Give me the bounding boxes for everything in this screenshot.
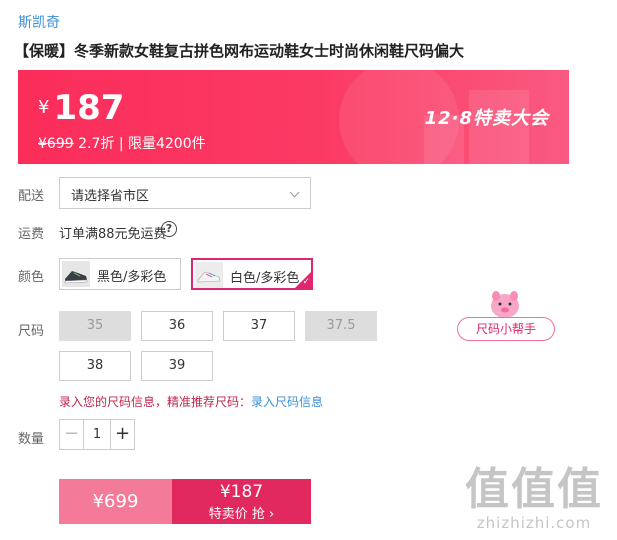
- original-price-button[interactable]: ¥699: [59, 479, 172, 524]
- event-logo: 12·8特卖大会: [424, 108, 549, 129]
- deal-price: ¥187: [219, 482, 264, 502]
- watermark-logo: 值值值: [465, 464, 603, 515]
- buy-now-button[interactable]: ¥187 特卖价 抢 ›: [172, 479, 311, 524]
- discount: 2.7折: [78, 136, 115, 152]
- buy-bar: ¥699 ¥187 特卖价 抢 ›: [59, 479, 311, 524]
- color-option-label: 黑色/多彩色: [97, 270, 167, 285]
- watermark-domain: zhizhizhi.com: [476, 514, 592, 532]
- chevron-down-icon: [289, 187, 300, 198]
- brand-link[interactable]: 斯凯奇: [18, 12, 60, 32]
- size-label: 尺码: [18, 324, 45, 339]
- mascot-icon: [485, 288, 525, 320]
- size-option[interactable]: 37.5: [305, 311, 377, 341]
- current-price-value: 187: [53, 88, 125, 128]
- size-option[interactable]: 36: [141, 311, 213, 341]
- plus-button[interactable]: +: [110, 420, 134, 449]
- color-option-label: 白色/多彩色: [230, 271, 300, 286]
- currency-symbol: ¥: [38, 97, 50, 118]
- region-select-value: 请选择省市区: [71, 189, 150, 204]
- shipping-text: 订单满88元免运费: [59, 227, 167, 242]
- current-price: ¥187: [38, 88, 124, 128]
- color-option-black[interactable]: 黑色/多彩色: [59, 258, 181, 290]
- delivery-label: 配送: [18, 189, 45, 204]
- quantity-value[interactable]: 1: [84, 427, 110, 442]
- price-banner: ¥187 ¥699 2.7折 | 限量4200件 12·8特卖大会: [18, 70, 569, 164]
- size-option[interactable]: 38: [59, 351, 131, 381]
- size-helper-label: 尺码小帮手: [457, 317, 555, 341]
- help-icon[interactable]: ?: [161, 221, 177, 237]
- quantity-label: 数量: [18, 432, 45, 447]
- color-label: 颜色: [18, 270, 45, 285]
- shoe-thumbnail-icon: [62, 261, 90, 287]
- minus-button[interactable]: −: [60, 420, 84, 449]
- size-helper-button[interactable]: 尺码小帮手: [457, 288, 555, 344]
- size-option[interactable]: 39: [141, 351, 213, 381]
- watermark: 值值值 zhizhizhi.com: [465, 464, 603, 533]
- region-select[interactable]: 请选择省市区: [59, 177, 311, 209]
- shipping-label: 运费: [18, 227, 45, 242]
- quantity-stepper: − 1 +: [59, 419, 135, 450]
- color-option-white[interactable]: 白色/多彩色 ✓: [191, 258, 313, 290]
- check-icon: ✓: [302, 277, 310, 287]
- size-option[interactable]: 37: [223, 311, 295, 341]
- size-tip: 录入您的尺码信息，精准推荐尺码：录入尺码信息: [59, 393, 323, 410]
- price-separator: |: [118, 136, 124, 152]
- stock-limit: 限量4200件: [127, 136, 206, 152]
- product-title: 【保暖】冬季新款女鞋复古拼色网布运动鞋女士时尚休闲鞋尺码偏大: [14, 42, 465, 60]
- size-option[interactable]: 35: [59, 311, 131, 341]
- size-tip-text: 录入您的尺码信息，精准推荐尺码：: [59, 395, 252, 409]
- shoe-thumbnail-icon: [195, 262, 223, 288]
- size-tip-link[interactable]: 录入尺码信息: [251, 395, 323, 409]
- price-details: ¥699 2.7折 | 限量4200件: [38, 133, 206, 153]
- original-price: ¥699: [38, 136, 74, 152]
- buy-now-label: 特卖价 抢 ›: [208, 507, 275, 522]
